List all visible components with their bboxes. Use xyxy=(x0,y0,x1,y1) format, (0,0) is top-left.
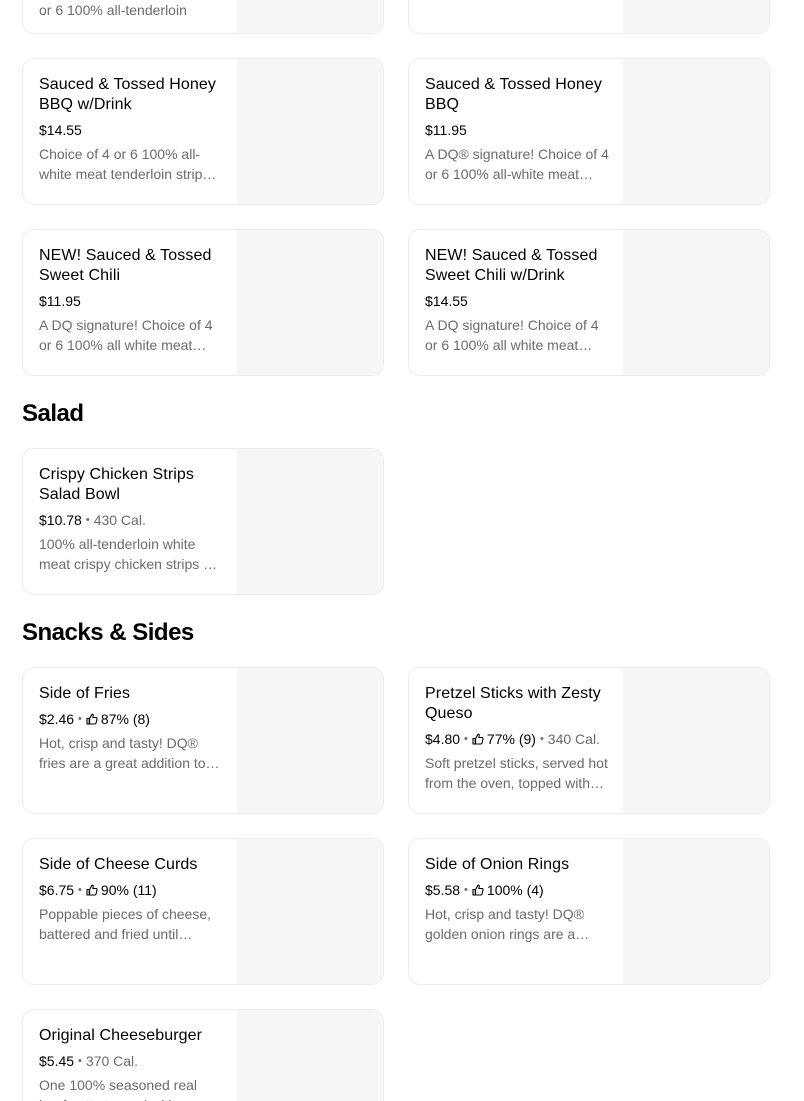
separator-dot: • xyxy=(464,733,468,745)
item-image xyxy=(237,0,383,33)
item-price: $2.46 xyxy=(39,711,75,727)
menu-item-card[interactable]: Sauced & Tossed Honey BBQ w/Drink $14.55… xyxy=(22,58,384,205)
menu-item-card[interactable]: NEW! Sauced & Tossed Sweet Chili w/Drink… xyxy=(408,229,770,376)
separator-dot: • xyxy=(464,884,468,896)
item-rating: 100% (4) xyxy=(486,882,544,898)
item-image xyxy=(237,668,383,813)
item-price: $5.58 xyxy=(425,882,461,898)
item-price: $4.80 xyxy=(425,731,461,747)
thumbs-up-icon xyxy=(86,884,98,896)
item-name: Side of Cheese Curds xyxy=(39,856,198,873)
item-calories: 340 Cal. xyxy=(547,731,600,747)
separator-dot: • xyxy=(78,1055,82,1067)
separator-dot: • xyxy=(78,884,82,896)
menu-item-card[interactable]: Crispy Chicken Strips Salad Bowl $10.78 … xyxy=(22,448,384,595)
separator-dot: • xyxy=(78,713,82,725)
item-price: $14.55 xyxy=(425,293,468,309)
item-name: Sauced & Tossed Honey BBQ xyxy=(425,76,603,113)
item-image xyxy=(623,668,769,813)
menu-item-card[interactable]: Side of Fries $2.46 • 87% (8) Hot, crisp… xyxy=(22,667,384,814)
item-image xyxy=(237,449,383,594)
item-image xyxy=(623,230,769,375)
menu-item-card[interactable]: NEW! Sauced & Tossed Sweet Chili $11.95 … xyxy=(22,229,384,376)
item-price: $11.95 xyxy=(39,293,81,309)
item-calories: 370 Cal. xyxy=(85,1053,139,1069)
item-name: Side of Fries xyxy=(39,685,131,702)
item-name: Pretzel Sticks with Zesty Queso xyxy=(425,685,601,722)
item-description: or 6 100% all-tenderloin xyxy=(39,2,187,18)
item-description: A DQ signature! Choice of 4 or 6 100% al… xyxy=(39,317,213,353)
item-image xyxy=(623,839,769,984)
item-image xyxy=(623,0,769,33)
item-description: Choice of 4 or 6 100% all-white meat ten… xyxy=(39,146,210,182)
section-title-salad: Salad xyxy=(22,400,84,427)
item-price: $14.55 xyxy=(39,122,82,138)
menu-item-card[interactable]: Side of Cheese Curds $6.75 • 90% (11) Po… xyxy=(22,838,384,985)
item-name: Original Cheeseburger xyxy=(39,1027,203,1044)
item-rating: 87% (8) xyxy=(100,711,150,727)
menu-item-card-partial-left[interactable]: or 6 100% all-tenderloin xyxy=(22,0,384,34)
thumbs-up-icon xyxy=(86,713,98,725)
item-name: Crispy Chicken Strips Salad Bowl xyxy=(39,466,195,503)
item-calories: 430 Cal. xyxy=(93,512,146,528)
item-description: Poppable pieces of cheese, battered and … xyxy=(39,906,212,942)
menu-page: or 6 100% all-tenderloin Sauced & Tossed… xyxy=(0,0,804,1101)
item-name: Side of Onion Rings xyxy=(425,856,570,873)
item-image xyxy=(237,59,383,204)
thumbs-up-icon xyxy=(472,733,484,745)
item-price: $6.75 xyxy=(39,882,75,898)
menu-item-card[interactable]: Side of Onion Rings $5.58 • 100% (4) Hot… xyxy=(408,838,770,985)
item-image xyxy=(237,230,383,375)
menu-item-card[interactable]: Pretzel Sticks with Zesty Queso $4.80 • … xyxy=(408,667,770,814)
item-description: Hot, crisp and tasty! DQ® golden onion r… xyxy=(425,906,584,942)
menu-item-card[interactable]: Sauced & Tossed Honey BBQ $11.95 A DQ® s… xyxy=(408,58,770,205)
item-description: A DQ signature! Choice of 4 or 6 100% al… xyxy=(425,317,599,353)
item-description: One 100% seasoned real beef patty topped… xyxy=(39,1077,197,1101)
menu-item-card-partial-right[interactable] xyxy=(408,0,770,34)
item-description: 100% all-tenderloin white meat crispy ch… xyxy=(39,536,219,572)
item-rating: 77% (9) xyxy=(486,731,536,747)
item-price: $10.78 xyxy=(39,512,82,528)
section-title-snacks-sides: Snacks & Sides xyxy=(22,619,194,646)
item-description: Soft pretzel sticks, served hot from the… xyxy=(425,755,608,791)
item-price: $5.45 xyxy=(39,1053,75,1069)
item-name: NEW! Sauced & Tossed Sweet Chili xyxy=(39,247,212,284)
item-description: Hot, crisp and tasty! DQ® fries are a gr… xyxy=(39,735,206,771)
item-name: NEW! Sauced & Tossed Sweet Chili w/Drink xyxy=(425,247,598,284)
separator-dot: • xyxy=(539,733,544,745)
item-price: $11.95 xyxy=(425,122,467,138)
separator-dot: • xyxy=(85,514,90,526)
item-image xyxy=(237,1010,383,1101)
thumbs-up-icon xyxy=(472,884,484,896)
item-image xyxy=(237,839,383,984)
item-description: A DQ® signature! Choice of 4 or 6 100% a… xyxy=(425,146,609,182)
item-name: Sauced & Tossed Honey BBQ w/Drink xyxy=(39,76,217,113)
item-image xyxy=(623,59,769,204)
item-rating: 90% (11) xyxy=(100,882,157,898)
menu-item-card[interactable]: Original Cheeseburger $5.45 • 370 Cal. O… xyxy=(22,1009,384,1101)
